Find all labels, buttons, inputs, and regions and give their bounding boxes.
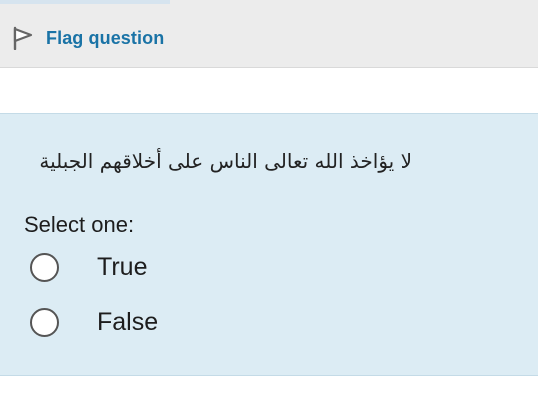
question-text: لا يؤاخذ الله تعالى الناس على أخلاقهم ال… — [39, 149, 412, 173]
radio-button-false[interactable] — [30, 308, 59, 337]
quiz-page: Flag question لا يؤاخذ الله تعالى الناس … — [0, 0, 538, 405]
question-info-bar: Flag question — [0, 0, 538, 68]
answer-option-false[interactable]: False — [30, 308, 158, 337]
option-label-true[interactable]: True — [97, 253, 147, 282]
question-formulation: لا يؤاخذ الله تعالى الناس على أخلاقهم ال… — [0, 113, 538, 376]
answer-option-true[interactable]: True — [30, 253, 147, 282]
flag-question-link[interactable]: Flag question — [12, 26, 164, 51]
cut-off-header-strip — [0, 0, 170, 4]
flag-question-label[interactable]: Flag question — [46, 28, 164, 49]
flag-icon[interactable] — [12, 26, 34, 51]
select-one-prompt: Select one: — [24, 212, 135, 237]
radio-button-true[interactable] — [30, 253, 59, 282]
option-label-false[interactable]: False — [97, 308, 158, 337]
